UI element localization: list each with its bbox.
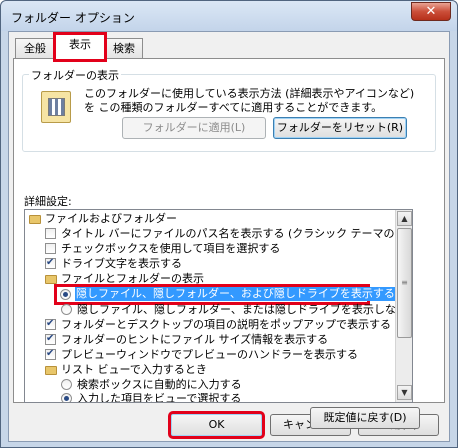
- tree-item-hidden-files-group[interactable]: ファイルとフォルダーの表示: [25, 272, 395, 286]
- folder-options-window: フォルダー オプション ✕ 全般 表示 検索 フォルダーの表示 このフォルダーに…: [0, 0, 458, 448]
- scroll-down-arrow-icon[interactable]: ▼: [397, 385, 412, 400]
- checkbox-checked[interactable]: [45, 332, 56, 346]
- checkbox-checked[interactable]: [45, 317, 56, 331]
- folder-view-description-2: を この種類のフォルダーすべてに適用することができます。: [84, 101, 383, 114]
- tree-item-select-typed[interactable]: 入力した項目をビューで選択する: [25, 392, 395, 402]
- checkbox[interactable]: [45, 228, 56, 239]
- dialog-body: 全般 表示 検索 フォルダーの表示 このフォルダーに使用している表示方法 (詳細…: [8, 31, 450, 442]
- tab-search[interactable]: 検索: [105, 38, 143, 59]
- window-title: フォルダー オプション: [11, 11, 135, 25]
- reset-folders-button[interactable]: フォルダーをリセット(R): [273, 117, 407, 139]
- tree-scrollbar[interactable]: ▲ ≡ ▼: [395, 210, 412, 402]
- checkbox[interactable]: [45, 243, 56, 254]
- tree-item-use-checkboxes[interactable]: チェックボックスを使用して項目を選択する: [25, 242, 395, 256]
- tree-item-files-and-folders[interactable]: ファイルおよびフォルダー: [25, 212, 395, 226]
- scroll-thumb[interactable]: ≡: [397, 228, 412, 338]
- restore-defaults-button[interactable]: 既定値に戻す(D): [310, 407, 420, 429]
- tree-item-popup-descriptions[interactable]: フォルダーとデスクトップの項目の説明をポップアップで表示する: [25, 317, 395, 332]
- radio-checked[interactable]: [61, 393, 72, 402]
- apply-to-folders-button[interactable]: フォルダーに適用(L): [122, 117, 266, 139]
- radio[interactable]: [61, 379, 72, 390]
- checkbox-checked[interactable]: [45, 347, 56, 361]
- radio[interactable]: [61, 304, 72, 315]
- title-bar[interactable]: フォルダー オプション ✕: [1, 1, 457, 31]
- folder-icon: [45, 275, 57, 284]
- close-button[interactable]: ✕: [411, 2, 451, 21]
- tree-item-full-path[interactable]: タイトル バーにファイルのパス名を表示する (クラシック テーマのみ): [25, 227, 410, 241]
- tree-item-hide-hidden[interactable]: 隠しファイル、隠しフォルダー、または隠しドライブを表示しない: [25, 303, 407, 317]
- tree-item-preview-handlers[interactable]: プレビューウィンドウでプレビューのハンドラーを表示する: [25, 347, 395, 362]
- scroll-up-arrow-icon[interactable]: ▲: [397, 211, 412, 226]
- advanced-settings-label: 詳細設定:: [24, 195, 72, 208]
- tree-item-drive-letters[interactable]: ドライブ文字を表示する: [25, 256, 395, 271]
- advanced-settings-tree[interactable]: ファイルおよびフォルダー タイトル バーにファイルのパス名を表示する (クラシッ…: [24, 209, 413, 403]
- tree-item-file-size-tips[interactable]: フォルダーのヒントにファイル サイズ情報を表示する: [25, 332, 395, 347]
- view-grid-icon: [48, 98, 65, 116]
- tree-item-auto-search[interactable]: 検索ボックスに自動的に入力する: [25, 378, 395, 392]
- view-tab-panel: フォルダーの表示 このフォルダーに使用している表示方法 (詳細表示やアイコンなど…: [13, 58, 445, 429]
- tab-general[interactable]: 全般: [15, 38, 55, 59]
- folder-view-group-label: フォルダーの表示: [29, 67, 121, 83]
- tree-item-show-hidden[interactable]: 隠しファイル、隠しフォルダー、および隠しドライブを表示する: [54, 284, 396, 305]
- tree-item-list-view-typing[interactable]: リスト ビューで入力するとき: [25, 363, 395, 377]
- radio-checked[interactable]: [60, 289, 71, 300]
- tab-view[interactable]: 表示: [53, 32, 107, 62]
- folder-icon: [29, 215, 41, 224]
- checkbox-checked[interactable]: [45, 256, 56, 270]
- folder-view-icon: [41, 91, 71, 123]
- ok-button[interactable]: OK: [168, 411, 265, 439]
- folder-icon: [45, 366, 57, 375]
